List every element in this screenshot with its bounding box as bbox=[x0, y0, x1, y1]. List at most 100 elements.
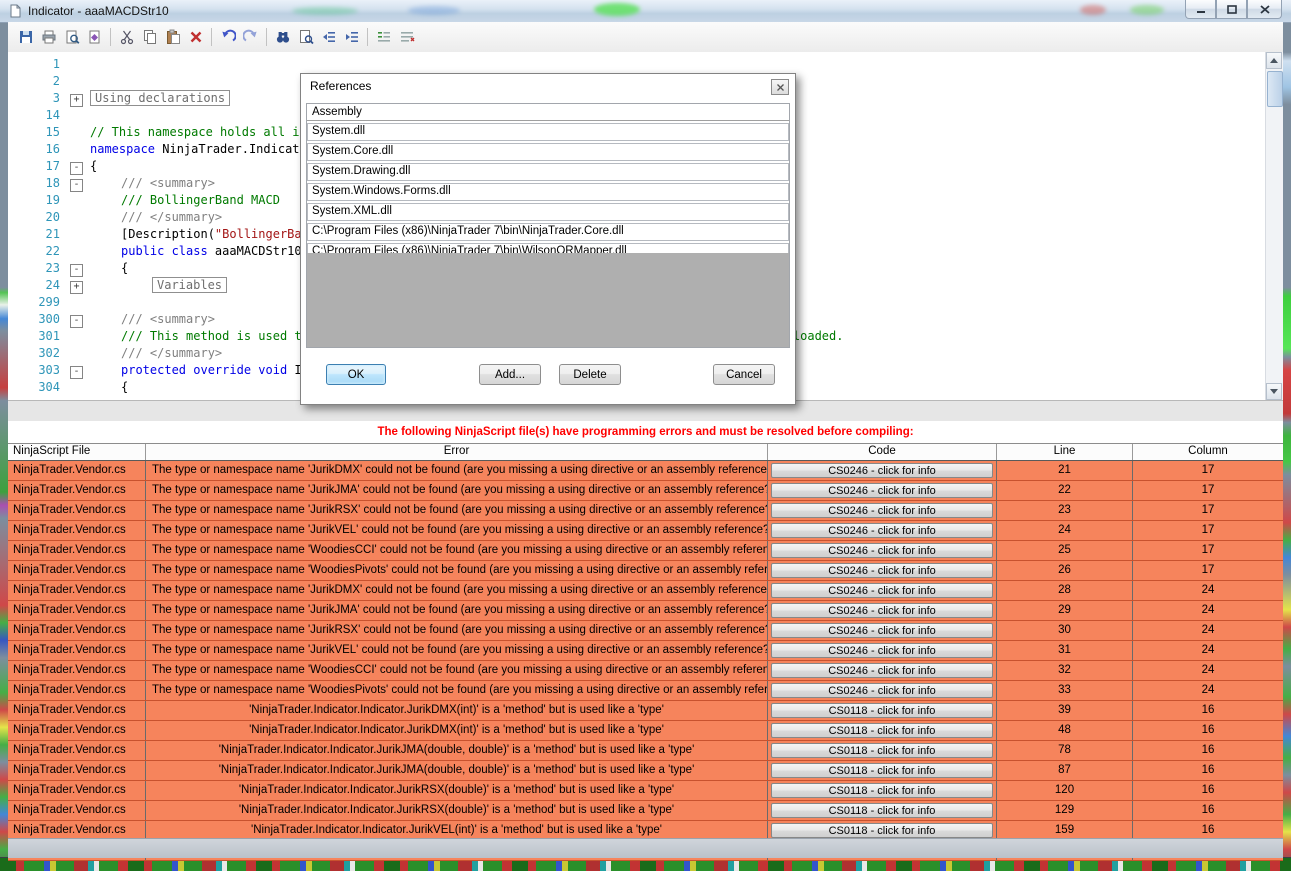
error-row[interactable]: NinjaTrader.Vendor.cs The type or namespa… bbox=[8, 561, 1283, 581]
error-row[interactable]: NinjaTrader.Vendor.cs The type or namespa… bbox=[8, 581, 1283, 601]
error-row[interactable]: NinjaTrader.Vendor.cs The type or namespa… bbox=[8, 501, 1283, 521]
assembly-item[interactable]: System.dll bbox=[307, 123, 789, 141]
error-code-info-button[interactable]: CS0118 - click for info bbox=[771, 823, 993, 838]
assembly-item[interactable]: System.Windows.Forms.dll bbox=[307, 183, 789, 201]
uncomment-icon[interactable] bbox=[395, 26, 418, 49]
error-row[interactable]: NinjaTrader.Vendor.cs'NinjaTrader.Indica… bbox=[8, 701, 1283, 721]
error-row[interactable]: NinjaTrader.Vendor.cs The type or namespa… bbox=[8, 681, 1283, 701]
outdent-icon[interactable] bbox=[317, 26, 340, 49]
minimize-button[interactable] bbox=[1185, 0, 1216, 19]
maximize-button[interactable] bbox=[1216, 0, 1247, 19]
error-row[interactable]: NinjaTrader.Vendor.cs'NinjaTrader.Indica… bbox=[8, 761, 1283, 781]
desktop: Indicator - aaaMACDStr10 1 2 3 + Using d… bbox=[0, 0, 1291, 871]
find-icon[interactable] bbox=[271, 26, 294, 49]
error-code-info-button[interactable]: CS0118 - click for info bbox=[771, 783, 993, 798]
fold-margin bbox=[66, 209, 86, 226]
close-button[interactable] bbox=[1247, 0, 1282, 19]
assembly-item[interactable]: System.XML.dll bbox=[307, 203, 789, 221]
copy-icon[interactable] bbox=[138, 26, 161, 49]
cancel-button[interactable]: Cancel bbox=[713, 364, 775, 385]
collapse-fold-icon[interactable]: - bbox=[70, 264, 83, 277]
error-row[interactable]: NinjaTrader.Vendor.cs The type or namespa… bbox=[8, 661, 1283, 681]
collapse-fold-icon[interactable]: - bbox=[70, 366, 83, 379]
expand-fold-icon[interactable]: + bbox=[70, 281, 83, 294]
redo-icon[interactable] bbox=[239, 26, 262, 49]
scrollbar-thumb[interactable] bbox=[1267, 71, 1283, 107]
error-row[interactable]: NinjaTrader.Vendor.cs'NinjaTrader.Indica… bbox=[8, 741, 1283, 761]
error-code-info-button[interactable]: CS0118 - click for info bbox=[771, 803, 993, 818]
assembly-item[interactable]: System.Core.dll bbox=[307, 143, 789, 161]
error-line-cell: 21 bbox=[997, 461, 1133, 480]
indent-icon[interactable] bbox=[340, 26, 363, 49]
error-row[interactable]: NinjaTrader.Vendor.cs The type or namespa… bbox=[8, 481, 1283, 501]
error-code-info-button[interactable]: CS0246 - click for info bbox=[771, 683, 993, 698]
paste-icon[interactable] bbox=[161, 26, 184, 49]
error-code-info-button[interactable]: CS0246 - click for info bbox=[771, 603, 993, 618]
scroll-up-button[interactable] bbox=[1266, 52, 1282, 69]
error-row[interactable]: NinjaTrader.Vendor.cs The type or namespa… bbox=[8, 601, 1283, 621]
error-code-info-button[interactable]: CS0118 - click for info bbox=[771, 723, 993, 738]
error-code-info-button[interactable]: CS0246 - click for info bbox=[771, 503, 993, 518]
dialog-close-icon[interactable] bbox=[771, 79, 789, 95]
editor-vertical-scrollbar[interactable] bbox=[1265, 52, 1283, 400]
delete-icon[interactable] bbox=[184, 26, 207, 49]
undo-icon[interactable] bbox=[216, 26, 239, 49]
assembly-column-header[interactable]: Assembly bbox=[307, 104, 789, 121]
error-row[interactable]: NinjaTrader.Vendor.cs'NinjaTrader.Indica… bbox=[8, 781, 1283, 801]
collapsed-region-box[interactable]: Variables bbox=[152, 277, 228, 293]
collapsed-region-box[interactable]: Using declarations bbox=[90, 90, 231, 106]
print-icon[interactable] bbox=[37, 26, 60, 49]
error-message-cell: The type or namespace name 'WoodiesCCI' … bbox=[146, 661, 768, 680]
collapse-fold-icon[interactable]: - bbox=[70, 179, 83, 192]
error-row[interactable]: NinjaTrader.Vendor.cs The type or namespa… bbox=[8, 541, 1283, 561]
assembly-item[interactable]: System.Drawing.dll bbox=[307, 163, 789, 181]
error-row[interactable]: NinjaTrader.Vendor.cs The type or namespa… bbox=[8, 521, 1283, 541]
expand-fold-icon[interactable]: + bbox=[70, 94, 83, 107]
error-row[interactable]: NinjaTrader.Vendor.cs'NinjaTrader.Indica… bbox=[8, 801, 1283, 821]
column-header-error: Error bbox=[146, 444, 768, 460]
error-code-cell: CS0246 - click for info bbox=[768, 561, 997, 580]
print-preview-icon[interactable] bbox=[60, 26, 83, 49]
error-code-info-button[interactable]: CS0246 - click for info bbox=[771, 623, 993, 638]
status-bar bbox=[8, 838, 1283, 858]
code-token: /// </summary> bbox=[121, 346, 223, 360]
error-row[interactable]: NinjaTrader.Vendor.cs The type or namespa… bbox=[8, 621, 1283, 641]
delete-button[interactable]: Delete bbox=[559, 364, 621, 385]
error-code-info-button[interactable]: CS0246 - click for info bbox=[771, 563, 993, 578]
dialog-titlebar[interactable]: References bbox=[301, 74, 795, 98]
ok-button[interactable]: OK bbox=[326, 364, 386, 385]
error-line-cell: 24 bbox=[997, 521, 1133, 540]
error-code-info-button[interactable]: CS0118 - click for info bbox=[771, 763, 993, 778]
save-icon[interactable] bbox=[14, 26, 37, 49]
assembly-item[interactable]: C:\Program Files (x86)\NinjaTrader 7\bin… bbox=[307, 223, 789, 241]
comment-icon[interactable] bbox=[372, 26, 395, 49]
scroll-down-button[interactable] bbox=[1266, 383, 1282, 400]
error-column-cell: 24 bbox=[1201, 624, 1215, 636]
titlebar[interactable]: Indicator - aaaMACDStr10 bbox=[0, 0, 1291, 23]
error-code-info-button[interactable]: CS0118 - click for info bbox=[771, 743, 993, 758]
error-row[interactable]: NinjaTrader.Vendor.cs'NinjaTrader.Indica… bbox=[8, 721, 1283, 741]
error-line-cell: 30 bbox=[997, 621, 1133, 640]
error-row[interactable]: NinjaTrader.Vendor.cs The type or namespa… bbox=[8, 461, 1283, 481]
error-code-info-button[interactable]: CS0246 - click for info bbox=[771, 543, 993, 558]
error-column-cell: 17 bbox=[1201, 504, 1215, 516]
error-code-info-button[interactable]: CS0246 - click for info bbox=[771, 663, 993, 678]
error-file-cell: NinjaTrader.Vendor.cs bbox=[8, 741, 146, 760]
collapse-fold-icon[interactable]: - bbox=[70, 315, 83, 328]
error-code-info-button[interactable]: CS0246 - click for info bbox=[771, 463, 993, 478]
assembly-list[interactable]: Assembly System.dll System.Core.dll System… bbox=[306, 103, 790, 348]
error-code-info-button[interactable]: CS0246 - click for info bbox=[771, 583, 993, 598]
error-code-info-button[interactable]: CS0118 - click for info bbox=[771, 703, 993, 718]
line-number: 299 bbox=[38, 295, 60, 309]
cut-icon[interactable] bbox=[115, 26, 138, 49]
error-code-cell: CS0118 - click for info bbox=[768, 701, 997, 720]
collapse-fold-icon[interactable]: - bbox=[70, 162, 83, 175]
script-properties-icon[interactable] bbox=[83, 26, 106, 49]
error-code-info-button[interactable]: CS0246 - click for info bbox=[771, 483, 993, 498]
error-code-info-button[interactable]: CS0246 - click for info bbox=[771, 643, 993, 658]
find-in-file-icon[interactable] bbox=[294, 26, 317, 49]
code-line[interactable]: 1 bbox=[8, 56, 1266, 73]
add-button[interactable]: Add... bbox=[479, 364, 541, 385]
error-row[interactable]: NinjaTrader.Vendor.cs The type or namespa… bbox=[8, 641, 1283, 661]
error-code-info-button[interactable]: CS0246 - click for info bbox=[771, 523, 993, 538]
